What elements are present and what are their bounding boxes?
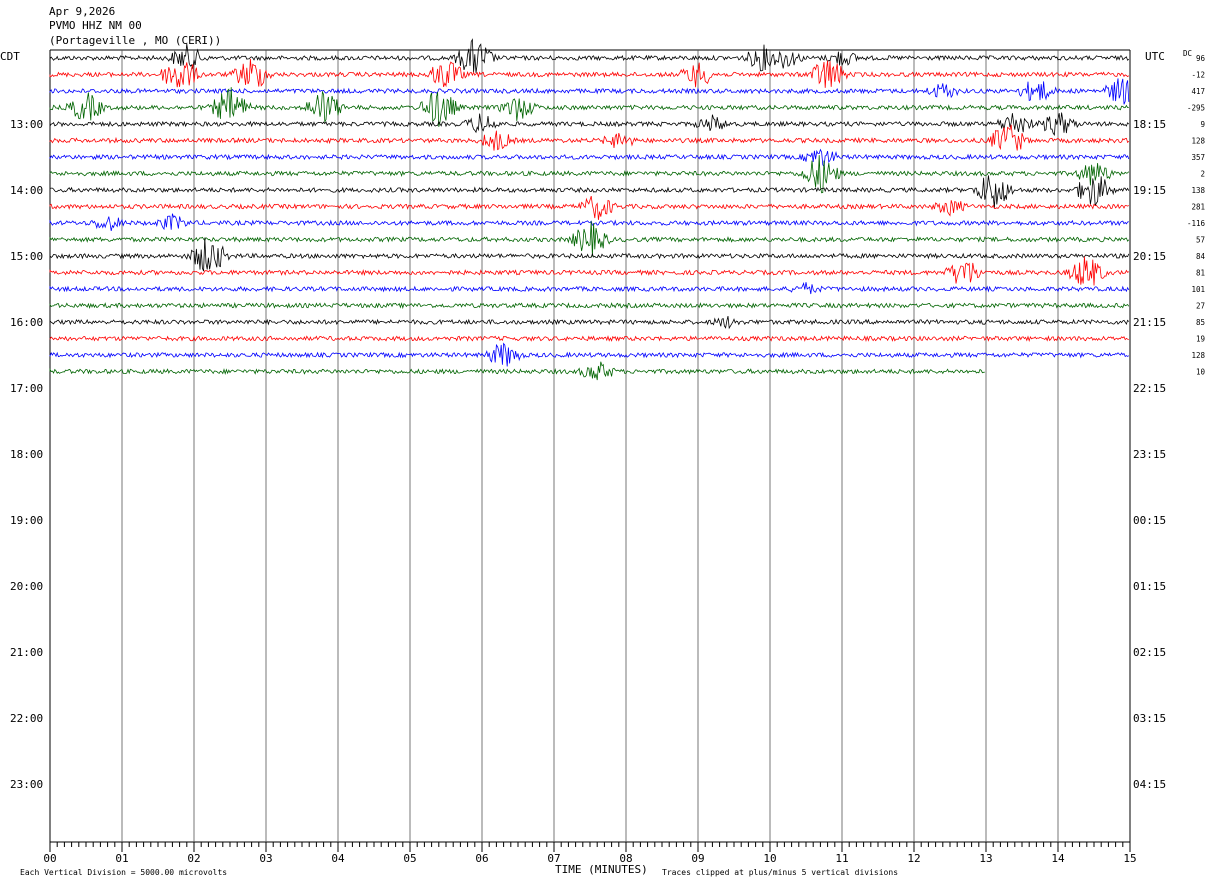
trace-line — [49, 87, 1129, 127]
cdt-hour-label: 14:00 — [10, 184, 43, 197]
x-tick-label: 10 — [763, 852, 776, 865]
trace-line — [49, 155, 1130, 194]
utc-hour-label: 04:15 — [1133, 778, 1166, 791]
x-tick-label: 02 — [187, 852, 200, 865]
utc-hour-label: 01:15 — [1133, 580, 1166, 593]
x-tick-label: 11 — [835, 852, 848, 865]
utc-hour-label: 18:15 — [1133, 118, 1166, 131]
cdt-hour-label: 23:00 — [10, 778, 43, 791]
dc-offset-label: 96 — [1196, 54, 1206, 63]
dc-offset-label: 27 — [1196, 302, 1205, 311]
dc-offset-label: -116 — [1187, 219, 1206, 228]
dc-offset-label: 138 — [1191, 186, 1205, 195]
dc-offset-label: 417 — [1191, 87, 1205, 96]
x-tick-label: 04 — [331, 852, 345, 865]
dc-offset-label: 128 — [1191, 351, 1205, 360]
x-tick-label: 13 — [979, 852, 992, 865]
dc-offset-label: 357 — [1191, 153, 1205, 162]
utc-hour-label: 03:15 — [1133, 712, 1166, 725]
x-tick-label: 01 — [115, 852, 128, 865]
cdt-hour-label: 21:00 — [10, 646, 43, 659]
x-tick-label: 05 — [403, 852, 416, 865]
trace-line — [49, 148, 1130, 168]
cdt-hour-label: 20:00 — [10, 580, 43, 593]
utc-hour-label: 02:15 — [1133, 646, 1166, 659]
trace-line — [49, 38, 1130, 73]
utc-hour-label: 22:15 — [1133, 382, 1166, 395]
x-tick-label: 03 — [259, 852, 272, 865]
x-tick-label: 06 — [475, 852, 488, 865]
trace-line — [49, 237, 1130, 272]
trace-line — [49, 213, 1129, 231]
dc-offset-label: 84 — [1196, 252, 1206, 261]
utc-hour-label: 20:15 — [1133, 250, 1166, 263]
trace-line — [49, 335, 1129, 343]
trace-line — [49, 58, 1130, 88]
cdt-hour-label: 16:00 — [10, 316, 43, 329]
trace-line — [49, 78, 1130, 105]
scale-note: Each Vertical Division = 5000.00 microvo… — [20, 868, 228, 877]
utc-hour-label: 23:15 — [1133, 448, 1166, 461]
cdt-hour-label: 18:00 — [10, 448, 43, 461]
trace-line — [49, 112, 1130, 136]
x-tick-label: 12 — [907, 852, 920, 865]
trace-line — [49, 361, 985, 381]
trace-line — [49, 256, 1130, 286]
x-tick-label: 00 — [43, 852, 56, 865]
dc-offset-label: 19 — [1196, 335, 1205, 344]
clip-note: Traces clipped at plus/minus 5 vertical … — [662, 868, 899, 877]
x-axis-title: TIME (MINUTES) — [555, 863, 648, 876]
dc-offset-label: 85 — [1196, 318, 1205, 327]
trace-line — [49, 301, 1130, 310]
cdt-hour-label: 22:00 — [10, 712, 43, 725]
dc-offset-label: 81 — [1196, 269, 1205, 278]
cdt-hour-label: 19:00 — [10, 514, 43, 527]
trace-line — [49, 195, 1129, 220]
trace-line — [49, 342, 1130, 367]
dc-offset-label: -295 — [1187, 104, 1205, 113]
dc-offset-label: 128 — [1191, 137, 1205, 146]
utc-hour-label: 00:15 — [1133, 514, 1166, 527]
seismogram-plot: 00 01 02 03 04 05 06 07 08 09 10 11 12 13 14 1513:00 18:… — [10, 38, 1206, 865]
dc-offset-label: 281 — [1191, 203, 1205, 212]
utc-hour-label: 21:15 — [1133, 316, 1166, 329]
x-tick-label: 09 — [691, 852, 704, 865]
trace-line — [49, 316, 1130, 330]
utc-hour-label: 19:15 — [1133, 184, 1166, 197]
cdt-hour-label: 17:00 — [10, 382, 43, 395]
dc-offset-label: 2 — [1200, 170, 1205, 179]
x-tick-label: 14 — [1051, 852, 1065, 865]
dc-offset-label: 10 — [1196, 368, 1206, 377]
dc-offset-label: -12 — [1191, 71, 1205, 80]
dc-offset-label: 57 — [1196, 236, 1205, 245]
dc-offset-label: 101 — [1191, 285, 1205, 294]
cdt-hour-label: 13:00 — [10, 118, 43, 131]
dc-offset-label: 9 — [1200, 120, 1205, 129]
trace-line — [49, 282, 1130, 295]
cdt-hour-label: 15:00 — [10, 250, 43, 263]
x-tick-label: 15 — [1123, 852, 1136, 865]
trace-line — [49, 124, 1130, 151]
